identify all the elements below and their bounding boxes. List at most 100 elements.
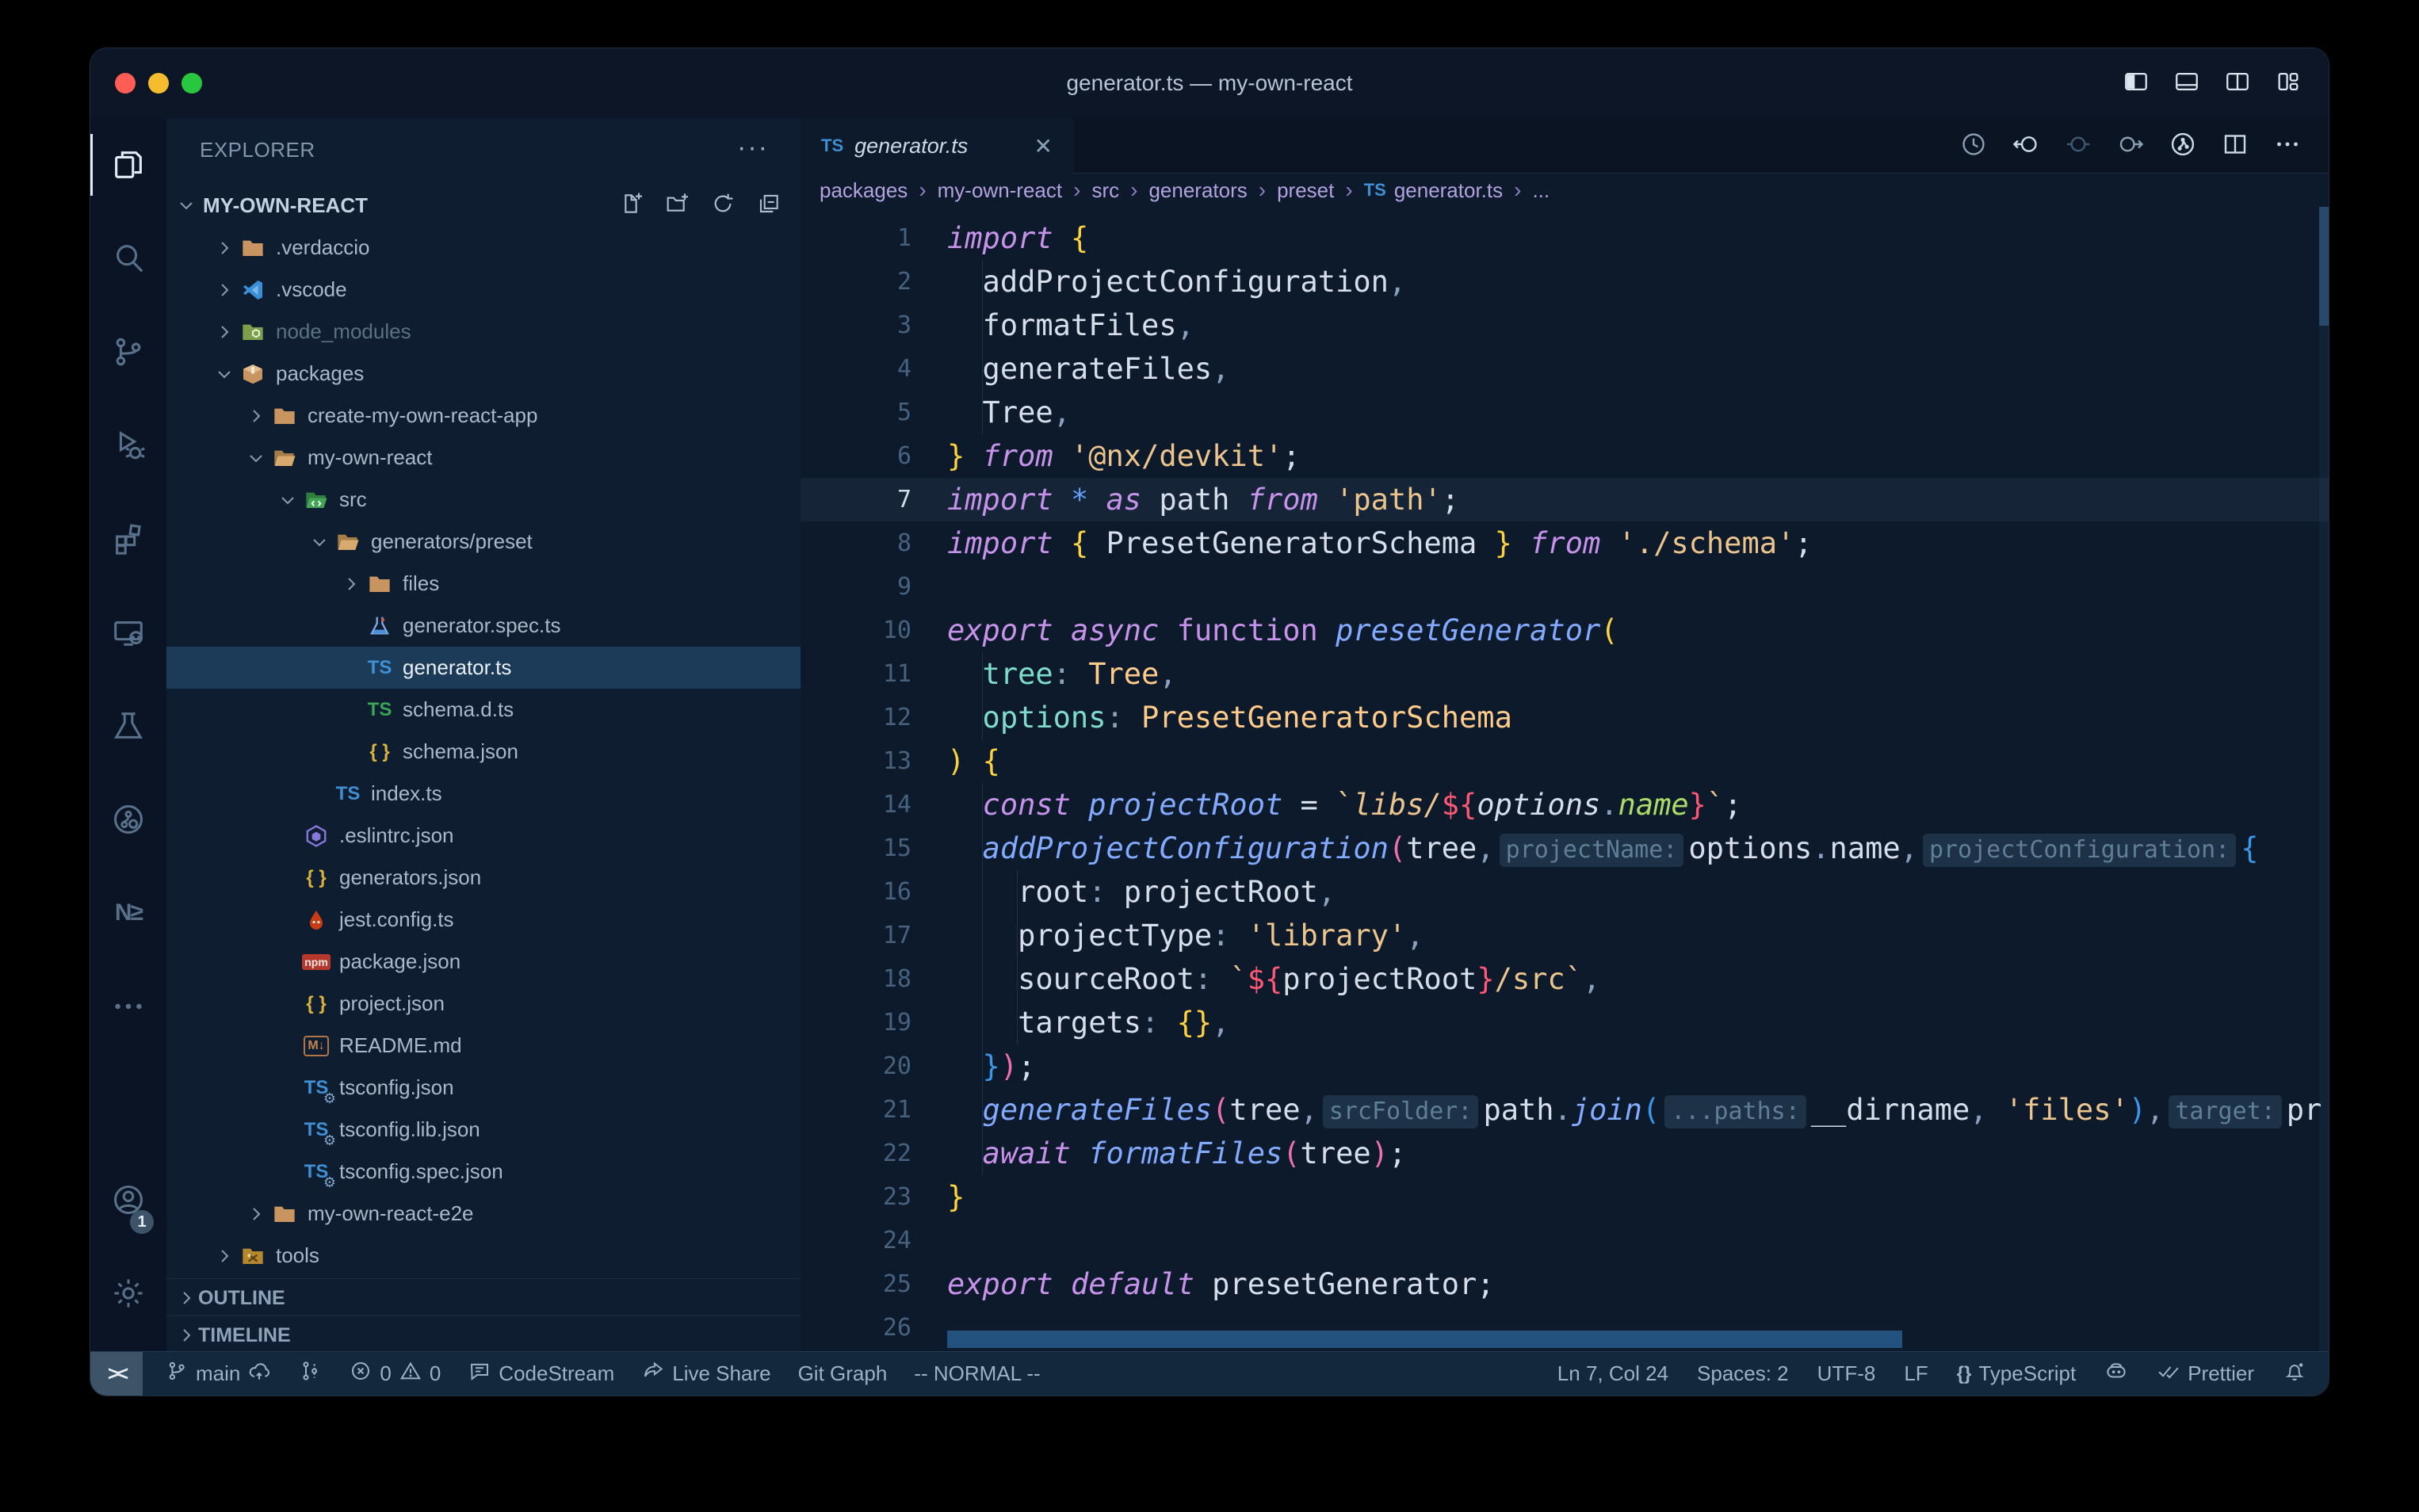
collapse-all-icon[interactable] — [756, 191, 781, 220]
activity-more-views-icon[interactable] — [90, 960, 166, 1053]
code-line-17[interactable]: 17 projectType: 'library', — [801, 914, 2329, 957]
breadcrumb-item-packages[interactable]: packages — [820, 178, 908, 203]
close-tab-icon[interactable]: ✕ — [1034, 133, 1053, 159]
code-line-9[interactable]: 9 — [801, 565, 2329, 609]
tree-item-packages[interactable]: packages — [166, 353, 801, 395]
tree-item-jest.config.ts[interactable]: jest.config.ts — [166, 899, 801, 941]
tree-item-my-own-react[interactable]: my-own-react — [166, 437, 801, 479]
status-remote-indicator[interactable]: >< — [90, 1352, 143, 1396]
chevron-right-icon[interactable] — [212, 1247, 236, 1266]
chevron-down-icon[interactable] — [308, 533, 331, 552]
status-codestream[interactable]: CodeStream — [468, 1359, 614, 1388]
activity-gitlens-icon[interactable] — [90, 773, 166, 866]
chevron-down-icon[interactable] — [212, 365, 236, 384]
code-area[interactable]: 1import {2 addProjectConfiguration,3 for… — [801, 207, 2329, 1353]
status-encoding[interactable]: UTF-8 — [1817, 1361, 1876, 1386]
tree-item-tools[interactable]: tools — [166, 1235, 801, 1277]
code-line-19[interactable]: 19 targets: {}, — [801, 1001, 2329, 1044]
activity-settings-icon[interactable] — [90, 1247, 166, 1340]
tree-item-.vscode[interactable]: .vscode — [166, 269, 801, 311]
split-editor-icon[interactable] — [2221, 130, 2249, 162]
code-line-20[interactable]: 20 }); — [801, 1044, 2329, 1088]
horizontal-scrollbar[interactable] — [947, 1331, 1902, 1348]
status-eol[interactable]: LF — [1904, 1361, 1928, 1386]
git-graph-view-icon[interactable] — [2169, 130, 2197, 162]
code-line-23[interactable]: 23} — [801, 1175, 2329, 1219]
status-problems[interactable]: 00 — [349, 1359, 441, 1388]
status-indentation[interactable]: Spaces: 2 — [1697, 1361, 1789, 1386]
tree-item-README.md[interactable]: M↓README.md — [166, 1025, 801, 1067]
tree-item-files[interactable]: files — [166, 563, 801, 605]
code-line-10[interactable]: 10export async function presetGenerator( — [801, 609, 2329, 652]
nav-back-icon[interactable] — [2012, 130, 2040, 162]
chevron-right-icon[interactable] — [244, 407, 268, 426]
layout-sidebar-right-icon[interactable] — [2224, 68, 2251, 99]
code-line-14[interactable]: 14 const projectRoot = `libs/${options.n… — [801, 783, 2329, 827]
breadcrumb-item-my-own-react[interactable]: my-own-react — [938, 178, 1062, 203]
tree-item-create-my-own-react-app[interactable]: create-my-own-react-app — [166, 395, 801, 437]
status-git-branch[interactable]: main — [165, 1359, 271, 1388]
status-vim-mode[interactable]: -- NORMAL -- — [914, 1361, 1040, 1386]
layout-sidebar-left-icon[interactable] — [2123, 68, 2150, 99]
tab-generator-ts[interactable]: TS generator.ts ✕ — [801, 118, 1073, 174]
code-line-24[interactable]: 24 — [801, 1219, 2329, 1262]
status-copilot[interactable] — [2104, 1359, 2128, 1388]
activity-testing-icon[interactable] — [90, 679, 166, 773]
code-line-15[interactable]: 15 addProjectConfiguration(tree,projectN… — [801, 827, 2329, 870]
breadcrumb-item-generator.ts[interactable]: TSgenerator.ts — [1364, 178, 1503, 203]
activity-extensions-icon[interactable] — [90, 492, 166, 586]
breadcrumb-item-generators[interactable]: generators — [1148, 178, 1247, 203]
previous-change-icon[interactable] — [2064, 130, 2092, 162]
new-file-icon[interactable] — [618, 191, 644, 220]
tree-item-index.ts[interactable]: TSindex.ts — [166, 773, 801, 815]
chevron-right-icon[interactable] — [339, 575, 363, 594]
outline-section-header[interactable]: OUTLINE — [166, 1278, 801, 1317]
code-line-6[interactable]: 6} from '@nx/devkit'; — [801, 434, 2329, 478]
chevron-right-icon[interactable] — [244, 1205, 268, 1224]
chevron-right-icon[interactable] — [212, 239, 236, 258]
tree-item-node_modules[interactable]: node_modules — [166, 311, 801, 353]
tree-item-project.json[interactable]: { }project.json — [166, 983, 801, 1025]
chevron-down-icon[interactable] — [276, 491, 300, 510]
tree-item-schema.d.ts[interactable]: TSschema.d.ts — [166, 689, 801, 731]
breadcrumb-item-...[interactable]: ... — [1532, 178, 1550, 203]
code-line-22[interactable]: 22 await formatFiles(tree); — [801, 1132, 2329, 1175]
code-line-11[interactable]: 11 tree: Tree, — [801, 652, 2329, 696]
new-folder-icon[interactable] — [664, 191, 690, 220]
chevron-down-icon[interactable] — [244, 449, 268, 468]
tree-item-tsconfig.spec.json[interactable]: TS⚙tsconfig.spec.json — [166, 1151, 801, 1193]
code-line-13[interactable]: 13) { — [801, 739, 2329, 783]
tree-item-my-own-react-e2e[interactable]: my-own-react-e2e — [166, 1193, 801, 1235]
tree-item-package.json[interactable]: npmpackage.json — [166, 941, 801, 983]
status-prettier[interactable]: Prettier — [2157, 1359, 2254, 1388]
activity-source-control-icon[interactable] — [90, 305, 166, 399]
code-line-25[interactable]: 25export default presetGenerator; — [801, 1262, 2329, 1306]
status-git-compare[interactable] — [298, 1359, 322, 1388]
project-root-row[interactable]: MY-OWN-REACT — [166, 184, 801, 227]
tree-item-.verdaccio[interactable]: .verdaccio — [166, 227, 801, 269]
timeline-history-icon[interactable] — [1959, 130, 1988, 162]
code-line-16[interactable]: 16 root: projectRoot, — [801, 870, 2329, 914]
tree-item-.eslintrc.json[interactable]: .eslintrc.json — [166, 815, 801, 857]
tree-item-generator.ts[interactable]: TSgenerator.ts — [166, 647, 801, 689]
code-line-1[interactable]: 1import { — [801, 216, 2329, 260]
activity-search-icon[interactable] — [90, 212, 166, 305]
code-line-2[interactable]: 2 addProjectConfiguration, — [801, 260, 2329, 304]
tree-item-tsconfig.lib.json[interactable]: TS⚙tsconfig.lib.json — [166, 1109, 801, 1151]
layout-customize-icon[interactable] — [2275, 68, 2302, 99]
activity-remote-explorer-icon[interactable] — [90, 586, 166, 679]
tree-item-tsconfig.json[interactable]: TS⚙tsconfig.json — [166, 1067, 801, 1109]
activity-accounts-icon[interactable]: 1 — [90, 1153, 166, 1247]
code-line-4[interactable]: 4 generateFiles, — [801, 347, 2329, 391]
sidebar-more-actions-icon[interactable]: ··· — [737, 118, 769, 181]
status-language-mode[interactable]: {}TypeScript — [1957, 1361, 2077, 1386]
tree-item-schema.json[interactable]: { }schema.json — [166, 731, 801, 773]
breadcrumb-item-preset[interactable]: preset — [1277, 178, 1334, 203]
chevron-right-icon[interactable] — [212, 323, 236, 342]
code-line-7[interactable]: 7import * as path from 'path'; — [801, 478, 2329, 521]
activity-explorer-icon[interactable] — [90, 118, 166, 212]
layout-panel-icon[interactable] — [2173, 68, 2200, 99]
next-change-icon[interactable] — [2116, 130, 2145, 162]
code-line-5[interactable]: 5 Tree, — [801, 391, 2329, 434]
chevron-right-icon[interactable] — [212, 281, 236, 300]
